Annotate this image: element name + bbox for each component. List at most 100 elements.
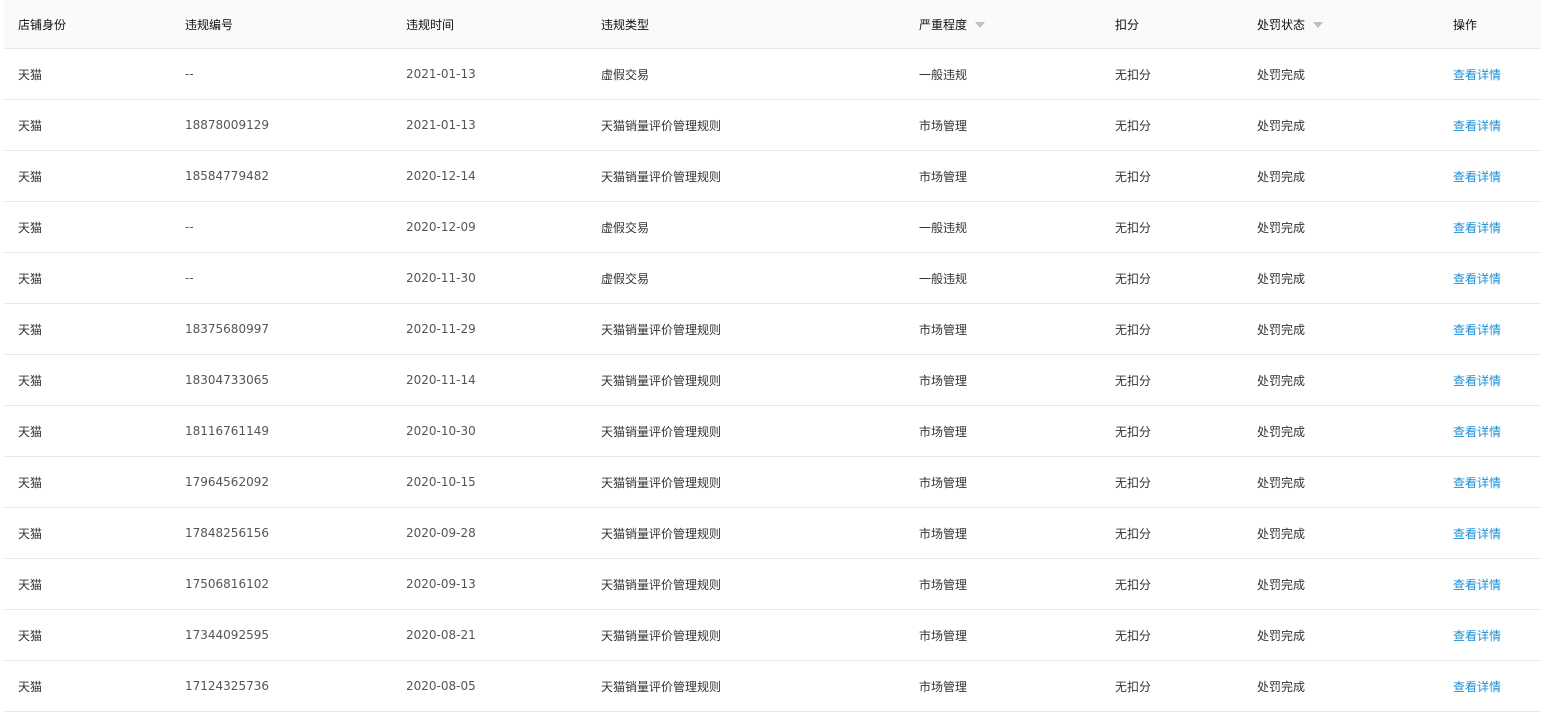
cell-severity: 市场管理 [919,475,968,490]
cell-points: 无扣分 [1115,118,1152,133]
cell-violation-id: 18116761149 [185,424,269,438]
view-details-link[interactable]: 查看详情 [1453,610,1501,660]
header-violation-id: 违规编号 [185,17,234,32]
cell-violation-type: 天猫销量评价管理规则 [601,169,722,184]
cell-status: 处罚完成 [1257,220,1306,235]
filter-icon[interactable] [1313,22,1324,28]
cell-status: 处罚完成 [1257,322,1306,337]
view-details-link[interactable]: 查看详情 [1453,100,1501,150]
view-details-link[interactable]: 查看详情 [1453,304,1501,354]
filter-icon[interactable] [975,22,986,28]
table-row: 天猫 17124325736 2020-08-05 天猫销量评价管理规则 市场管理 无扣分… [4,661,1541,712]
cell-shop: 天猫 [18,322,43,337]
cell-status: 处罚完成 [1257,679,1306,694]
header-violation-time: 违规时间 [406,17,455,32]
cell-violation-time: 2020-09-13 [406,577,476,591]
cell-points: 无扣分 [1115,373,1152,388]
cell-severity: 市场管理 [919,373,968,388]
cell-points: 无扣分 [1115,169,1152,184]
header-shop: 店铺身份 [18,17,67,32]
cell-shop: 天猫 [18,475,43,490]
cell-severity: 市场管理 [919,322,968,337]
cell-severity: 市场管理 [919,628,968,643]
cell-violation-id: -- [185,271,194,285]
table-row: 天猫 17506816102 2020-09-13 天猫销量评价管理规则 市场管理 无扣分… [4,559,1541,610]
cell-severity: 一般违规 [919,271,968,286]
table-body: 天猫 -- 2021-01-13 虚假交易 一般违规 无扣分 处罚完成 查看详情 天猫 18878… [4,49,1541,712]
header-severity-label: 严重程度 [919,17,968,32]
cell-violation-id: 18304733065 [185,373,269,387]
cell-severity: 市场管理 [919,424,968,439]
cell-shop: 天猫 [18,526,43,541]
table-row: 天猫 17964562092 2020-10-15 天猫销量评价管理规则 市场管理 无扣分… [4,457,1541,508]
cell-shop: 天猫 [18,271,43,286]
view-details-link[interactable]: 查看详情 [1453,406,1501,456]
cell-shop: 天猫 [18,628,43,643]
cell-violation-id: 18375680997 [185,322,269,336]
view-details-link[interactable]: 查看详情 [1453,49,1501,99]
view-details-link[interactable]: 查看详情 [1453,151,1501,201]
cell-points: 无扣分 [1115,67,1152,82]
cell-status: 处罚完成 [1257,424,1306,439]
cell-severity: 市场管理 [919,679,968,694]
cell-shop: 天猫 [18,679,43,694]
view-details-link[interactable]: 查看详情 [1453,202,1501,252]
violations-table: 店铺身份 违规编号 违规时间 违规类型 严重程度 扣分 处罚状态 操作 天猫 --… [4,0,1541,712]
table-row: 天猫 18375680997 2020-11-29 天猫销量评价管理规则 市场管理 无扣分… [4,304,1541,355]
cell-status: 处罚完成 [1257,118,1306,133]
cell-violation-time: 2020-11-14 [406,373,476,387]
cell-violation-type: 天猫销量评价管理规则 [601,322,722,337]
cell-severity: 市场管理 [919,169,968,184]
table-row: 天猫 18304733065 2020-11-14 天猫销量评价管理规则 市场管理 无扣分… [4,355,1541,406]
cell-status: 处罚完成 [1257,169,1306,184]
cell-violation-time: 2020-09-28 [406,526,476,540]
cell-violation-type: 天猫销量评价管理规则 [601,373,722,388]
cell-violation-id: -- [185,67,194,81]
cell-shop: 天猫 [18,118,43,133]
cell-violation-type: 天猫销量评价管理规则 [601,118,722,133]
cell-violation-id: 17506816102 [185,577,269,591]
cell-status: 处罚完成 [1257,628,1306,643]
table-row: 天猫 -- 2021-01-13 虚假交易 一般违规 无扣分 处罚完成 查看详情 [4,49,1541,100]
cell-violation-type: 天猫销量评价管理规则 [601,679,722,694]
cell-violation-time: 2020-11-29 [406,322,476,336]
table-header: 店铺身份 违规编号 违规时间 违规类型 严重程度 扣分 处罚状态 操作 [4,0,1541,49]
cell-violation-time: 2020-08-21 [406,628,476,642]
view-details-link[interactable]: 查看详情 [1453,355,1501,405]
cell-violation-time: 2020-11-30 [406,271,476,285]
cell-violation-time: 2020-12-09 [406,220,476,234]
cell-violation-time: 2021-01-13 [406,118,476,132]
cell-violation-id: 17964562092 [185,475,269,489]
cell-status: 处罚完成 [1257,67,1306,82]
cell-points: 无扣分 [1115,271,1152,286]
view-details-link[interactable]: 查看详情 [1453,508,1501,558]
cell-shop: 天猫 [18,169,43,184]
cell-severity: 市场管理 [919,577,968,592]
view-details-link[interactable]: 查看详情 [1453,253,1501,303]
cell-violation-type: 虚假交易 [601,271,650,286]
cell-shop: 天猫 [18,424,43,439]
cell-violation-id: 18584779482 [185,169,269,183]
cell-severity: 市场管理 [919,526,968,541]
cell-status: 处罚完成 [1257,271,1306,286]
cell-status: 处罚完成 [1257,475,1306,490]
view-details-link[interactable]: 查看详情 [1453,661,1501,711]
view-details-link[interactable]: 查看详情 [1453,457,1501,507]
cell-points: 无扣分 [1115,424,1152,439]
header-action: 操作 [1453,17,1478,32]
cell-violation-id: -- [185,220,194,234]
table-row: 天猫 -- 2020-11-30 虚假交易 一般违规 无扣分 处罚完成 查看详情 [4,253,1541,304]
header-violation-type: 违规类型 [601,17,650,32]
cell-violation-time: 2021-01-13 [406,67,476,81]
header-severity: 严重程度 [919,0,986,48]
cell-severity: 一般违规 [919,67,968,82]
cell-shop: 天猫 [18,67,43,82]
table-row: 天猫 -- 2020-12-09 虚假交易 一般违规 无扣分 处罚完成 查看详情 [4,202,1541,253]
cell-violation-time: 2020-12-14 [406,169,476,183]
cell-shop: 天猫 [18,373,43,388]
cell-violation-time: 2020-10-30 [406,424,476,438]
view-details-link[interactable]: 查看详情 [1453,559,1501,609]
cell-violation-time: 2020-10-15 [406,475,476,489]
cell-points: 无扣分 [1115,679,1152,694]
cell-violation-type: 天猫销量评价管理规则 [601,526,722,541]
